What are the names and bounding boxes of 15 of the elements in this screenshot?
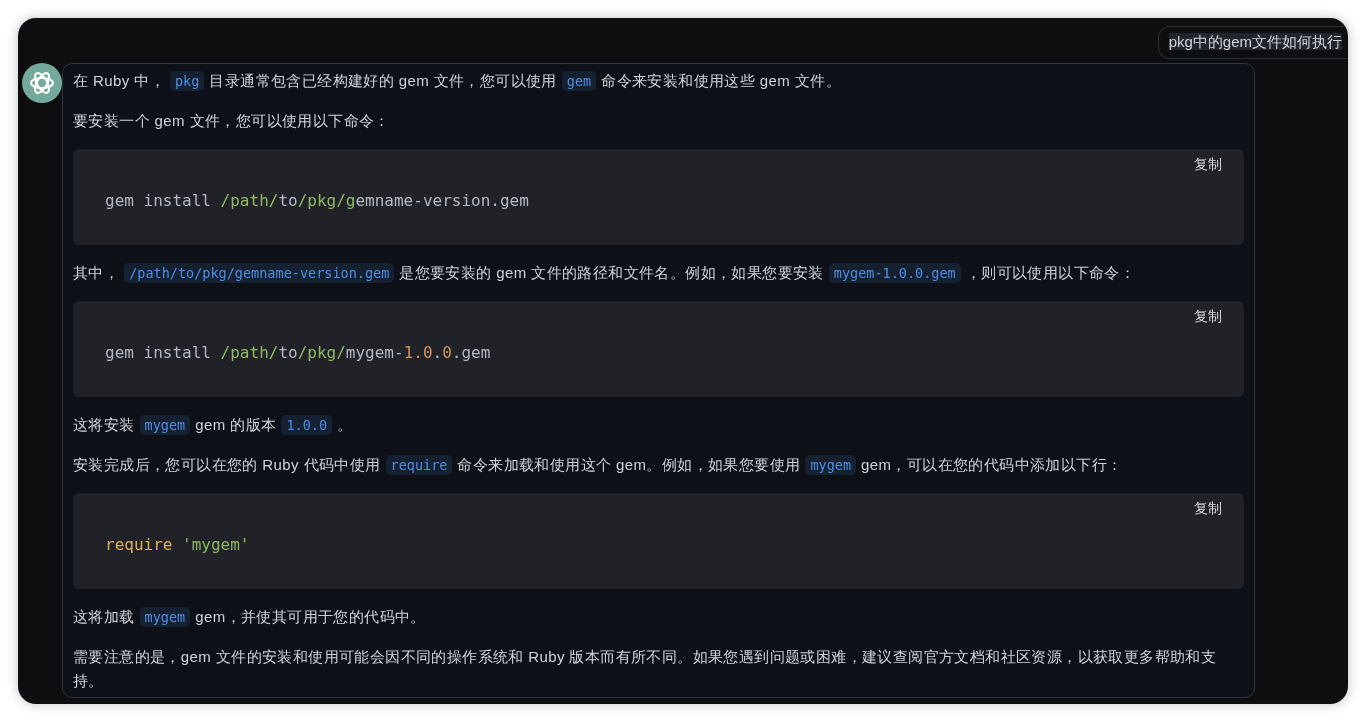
- copy-button[interactable]: 复制: [1194, 497, 1222, 521]
- paragraph: 这将安装 mygem gem 的版本 1.0.0 。: [73, 414, 354, 437]
- logo-icon: [22, 63, 62, 103]
- copy-button[interactable]: 复制: [1194, 153, 1222, 177]
- paragraph: 其中， /path/to/pkg/gemname-version.gem 是您要安装的 gem 文件的路径和文件名。例如，如果您要安装 mygem-1.0.0.gem ，则可以使用以下命令：: [73, 262, 1137, 285]
- code-line: require 'mygem': [105, 534, 251, 556]
- copy-button[interactable]: 复制: [1194, 305, 1222, 329]
- paragraph: 需要注意的是，gem 文件的安装和使用可能会因不同的操作系统和 Ruby 版本而有所不同。如果您遇到问题或困难，建议查阅官方文档和社区资源，以获取更多帮助和支持。: [73, 647, 1218, 691]
- paragraph: 在 Ruby 中， pkg 目录通常包含已经构建好的 gem 文件，您可以使用 gem 命令来安装和使用这些 gem 文件。: [73, 70, 842, 93]
- user-message: pkg中的gem文件如何执行: [1157, 26, 1348, 59]
- paragraph: 安装完成后，您可以在您的 Ruby 代码中使用 require 命令来加载和使用这个 gem。例如，如果您要使用 mygem gem，可以在您的代码中添加以下行：: [73, 454, 1124, 477]
- code-line: gem install /path/to/pkg/gemname-version.gem: [105, 190, 530, 212]
- code-line: gem install /path/to/pkg/mygem-1.0.0.gem: [105, 342, 492, 364]
- paragraph: 要安装一个 gem 文件，您可以使用以下命令：: [73, 111, 391, 131]
- paragraph: 这将加载 mygem gem，并使其可用于您的代码中。: [73, 606, 427, 629]
